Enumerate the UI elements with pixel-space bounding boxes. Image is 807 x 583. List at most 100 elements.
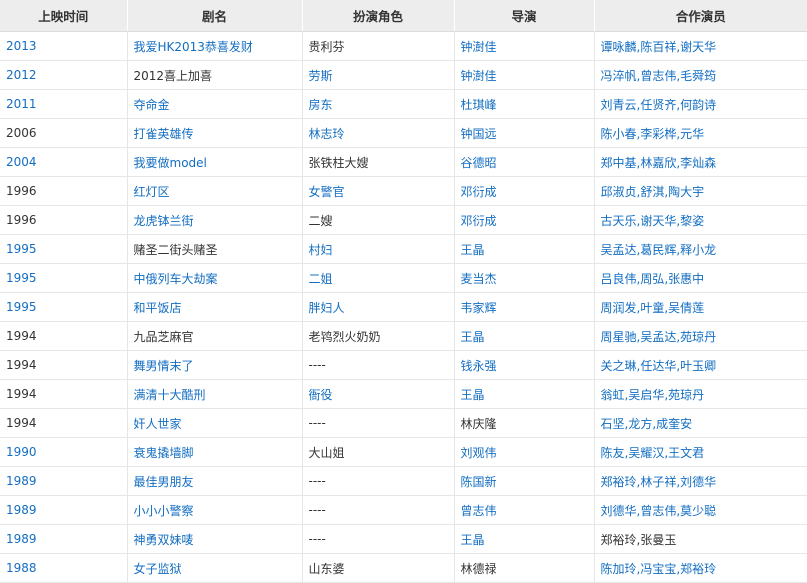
- cell-release-year-link[interactable]: 1995: [6, 242, 37, 256]
- header-row: 上映时间 剧名 扮演角色 导演 合作演员: [0, 0, 807, 32]
- cell-release-year-link[interactable]: 2011: [6, 97, 37, 111]
- cell-director-link[interactable]: 邓衍成: [461, 214, 497, 228]
- cell-costars-link[interactable]: 陈小春,李彩桦,元华: [601, 127, 705, 141]
- cell-release-year-text: 1996: [6, 213, 37, 227]
- cell-title-link[interactable]: 夺命金: [134, 98, 170, 112]
- cell-title: 和平饭店: [127, 292, 303, 322]
- cell-title-link[interactable]: 奸人世家: [134, 417, 182, 431]
- cell-director: 麦当杰: [454, 263, 595, 293]
- cell-title-link[interactable]: 打雀英雄传: [134, 127, 194, 141]
- cell-release-year-link[interactable]: 1989: [6, 503, 37, 517]
- cell-release-year-link[interactable]: 2004: [6, 155, 37, 169]
- cell-role-link[interactable]: 胖妇人: [309, 301, 345, 315]
- cell-role: 贵利芬: [302, 31, 455, 61]
- cell-director-link[interactable]: 韦家辉: [461, 301, 497, 315]
- cell-director-link[interactable]: 曾志伟: [461, 504, 497, 518]
- cell-role-text: 二嫂: [308, 213, 333, 228]
- cell-costars-link[interactable]: 陈加玲,冯宝宝,郑裕玲: [601, 562, 717, 576]
- cell-role: 老鸨烈火奶奶: [302, 321, 455, 351]
- table-row: 2004 我要做model 张铁柱大嫂 谷德昭 郑中基,林嘉欣,李灿森: [0, 147, 807, 177]
- cell-title-link[interactable]: 女子监狱: [134, 562, 182, 576]
- cell-director-link[interactable]: 王晶: [461, 388, 485, 402]
- cell-title-link[interactable]: 神勇双妹唛: [134, 533, 194, 547]
- cell-title-link[interactable]: 和平饭店: [134, 301, 182, 315]
- cell-director-link[interactable]: 钱永强: [461, 359, 497, 373]
- table-row: 1994 舞男情末了 ---- 钱永强 关之琳,任达华,叶玉卿: [0, 350, 807, 380]
- cell-costars-link[interactable]: 刘青云,任贤齐,何韵诗: [601, 98, 717, 112]
- cell-title-link[interactable]: 我爱HK2013恭喜发财: [134, 40, 253, 54]
- cell-title-link[interactable]: 舞男情末了: [134, 359, 194, 373]
- cell-role-text: ----: [308, 474, 326, 488]
- cell-costars: 古天乐,谢天华,黎姿: [594, 205, 807, 235]
- cell-title-link[interactable]: 红灯区: [134, 185, 170, 199]
- cell-release-year-link[interactable]: 1989: [6, 532, 37, 546]
- cell-costars-link[interactable]: 郑中基,林嘉欣,李灿森: [601, 156, 717, 170]
- cell-title-link[interactable]: 最佳男朋友: [134, 475, 194, 489]
- cell-costars-link[interactable]: 周星驰,吴孟达,苑琼丹: [601, 330, 717, 344]
- cell-role-text: 老鸨烈火奶奶: [308, 329, 381, 344]
- cell-role-link[interactable]: 村妇: [309, 243, 333, 257]
- cell-release-year-link[interactable]: 1990: [6, 445, 37, 459]
- table-row: 1994 奸人世家 ---- 林庆隆 石坚,龙方,成奎安: [0, 408, 807, 438]
- table-row: 1996 红灯区 女警官 邓衍成 邱淑贞,舒淇,陶大宇: [0, 176, 807, 206]
- cell-director-link[interactable]: 邓衍成: [461, 185, 497, 199]
- cell-release-year-text: 1994: [6, 329, 37, 343]
- cell-director-link[interactable]: 钟国远: [461, 127, 497, 141]
- cell-director-link[interactable]: 王晶: [461, 330, 485, 344]
- cell-role-link[interactable]: 二姐: [309, 272, 333, 286]
- cell-role-link[interactable]: 衙役: [309, 388, 333, 402]
- table-row: 1995 中俄列车大劫案 二姐 麦当杰 吕良伟,周弘,张惠中: [0, 263, 807, 293]
- cell-role-link[interactable]: 女警官: [309, 185, 345, 199]
- cell-director-link[interactable]: 麦当杰: [461, 272, 497, 286]
- cell-title-link[interactable]: 衰鬼撬墙脚: [134, 446, 194, 460]
- cell-release-year-link[interactable]: 1989: [6, 474, 37, 488]
- cell-release-year-link[interactable]: 1995: [6, 271, 37, 285]
- cell-costars-link[interactable]: 谭咏麟,陈百祥,谢天华: [601, 40, 717, 54]
- cell-director-link[interactable]: 谷德昭: [461, 156, 497, 170]
- cell-director-link[interactable]: 刘观伟: [461, 446, 497, 460]
- cell-costars-link[interactable]: 翁虹,吴启华,苑琼丹: [601, 388, 705, 402]
- cell-costars-link[interactable]: 刘德华,曾志伟,莫少聪: [601, 504, 717, 518]
- cell-title-link[interactable]: 满清十大酷刑: [134, 388, 206, 402]
- cell-costars-link[interactable]: 吴孟达,葛民辉,释小龙: [601, 243, 717, 257]
- cell-release-year: 1989: [0, 466, 128, 496]
- cell-title: 龙虎钵兰街: [127, 205, 303, 235]
- cell-role: 村妇: [302, 234, 455, 264]
- cell-director-link[interactable]: 陈国新: [461, 475, 497, 489]
- cell-role-link[interactable]: 林志玲: [309, 127, 345, 141]
- cell-release-year: 1995: [0, 292, 128, 322]
- cell-title-link[interactable]: 小小小警察: [134, 504, 194, 518]
- cell-costars-link[interactable]: 关之琳,任达华,叶玉卿: [601, 359, 717, 373]
- cell-director-link[interactable]: 王晶: [461, 243, 485, 257]
- cell-release-year-link[interactable]: 2013: [6, 39, 37, 53]
- cell-title-link[interactable]: 我要做model: [134, 156, 207, 170]
- cell-title-link[interactable]: 中俄列车大劫案: [134, 272, 218, 286]
- cell-director-link[interactable]: 王晶: [461, 533, 485, 547]
- cell-director-link[interactable]: 钟澍佳: [461, 69, 497, 83]
- cell-release-year-link[interactable]: 2012: [6, 68, 37, 82]
- cell-costars-link[interactable]: 古天乐,谢天华,黎姿: [601, 214, 705, 228]
- cell-role: 女警官: [302, 176, 455, 206]
- cell-costars-link[interactable]: 周润发,叶童,吴倩莲: [601, 301, 705, 315]
- cell-release-year: 1988: [0, 553, 128, 583]
- cell-costars: 周星驰,吴孟达,苑琼丹: [594, 321, 807, 351]
- cell-costars-link[interactable]: 郑裕玲,林子祥,刘德华: [601, 475, 717, 489]
- cell-costars-link[interactable]: 冯淬帆,曾志伟,毛舜筠: [601, 69, 717, 83]
- cell-costars-link[interactable]: 吕良伟,周弘,张惠中: [601, 272, 705, 286]
- cell-release-year: 2004: [0, 147, 128, 177]
- cell-role: 大山姐: [302, 437, 455, 467]
- cell-role-link[interactable]: 劳斯: [309, 69, 333, 83]
- cell-title-link[interactable]: 龙虎钵兰街: [134, 214, 194, 228]
- cell-director-link[interactable]: 钟澍佳: [461, 40, 497, 54]
- cell-costars-link[interactable]: 陈友,吴耀汉,王文君: [601, 446, 705, 460]
- cell-role-text: ----: [308, 503, 326, 517]
- cell-director-link[interactable]: 杜琪峰: [461, 98, 497, 112]
- cell-role-link[interactable]: 房东: [309, 98, 333, 112]
- cell-costars-link[interactable]: 石坚,龙方,成奎安: [601, 417, 693, 431]
- header-costars: 合作演员: [594, 0, 807, 32]
- cell-release-year-link[interactable]: 1995: [6, 300, 37, 314]
- cell-role: ----: [302, 524, 455, 554]
- cell-director: 王晶: [454, 234, 595, 264]
- cell-release-year-link[interactable]: 1988: [6, 561, 37, 575]
- cell-costars-link[interactable]: 邱淑贞,舒淇,陶大宇: [601, 185, 705, 199]
